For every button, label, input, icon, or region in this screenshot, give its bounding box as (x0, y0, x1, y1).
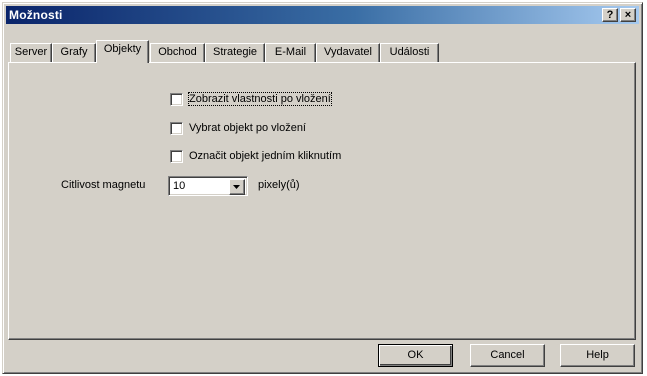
chevron-down-icon (233, 185, 240, 189)
window-title: Možnosti (9, 8, 63, 22)
single-click-label[interactable]: Označit objekt jedním kliknutím (189, 150, 341, 162)
close-button[interactable]: × (620, 8, 636, 22)
tab-objekty[interactable]: Objekty (96, 40, 149, 63)
tab-strategie[interactable]: Strategie (205, 43, 265, 62)
tab-grafy[interactable]: Grafy (52, 43, 96, 62)
tab-obchod[interactable]: Obchod (150, 43, 205, 62)
help-button[interactable]: Help (560, 344, 635, 367)
tab-udalosti[interactable]: Události (380, 43, 439, 62)
magnet-unit-label: pixely(ů) (258, 179, 300, 191)
title-bar[interactable]: Možnosti ? × (6, 6, 639, 24)
dropdown-button[interactable] (229, 179, 245, 195)
magnet-sensitivity-label: Citlivost magnetu (61, 179, 146, 191)
ok-button[interactable]: OK (378, 344, 453, 367)
magnet-sensitivity-combo[interactable]: 10 (168, 176, 248, 196)
show-properties-checkbox[interactable] (170, 92, 183, 106)
magnet-sensitivity-value[interactable]: 10 (173, 180, 185, 192)
show-properties-label[interactable]: Zobrazit vlastnosti po vložení (188, 92, 332, 106)
tab-server[interactable]: Server (10, 43, 52, 62)
tab-vydavatel[interactable]: Vydavatel (316, 43, 380, 62)
select-object-label[interactable]: Vybrat objekt po vložení (189, 122, 306, 134)
select-object-checkbox[interactable] (170, 121, 183, 135)
single-click-option[interactable]: Označit objekt jedním kliknutím (170, 148, 341, 164)
cancel-button[interactable]: Cancel (470, 344, 545, 367)
single-click-checkbox[interactable] (170, 149, 183, 163)
show-properties-option[interactable]: Zobrazit vlastnosti po vložení (170, 91, 332, 107)
help-title-button[interactable]: ? (602, 8, 618, 22)
select-object-option[interactable]: Vybrat objekt po vložení (170, 120, 306, 136)
tab-email[interactable]: E-Mail (265, 43, 316, 62)
